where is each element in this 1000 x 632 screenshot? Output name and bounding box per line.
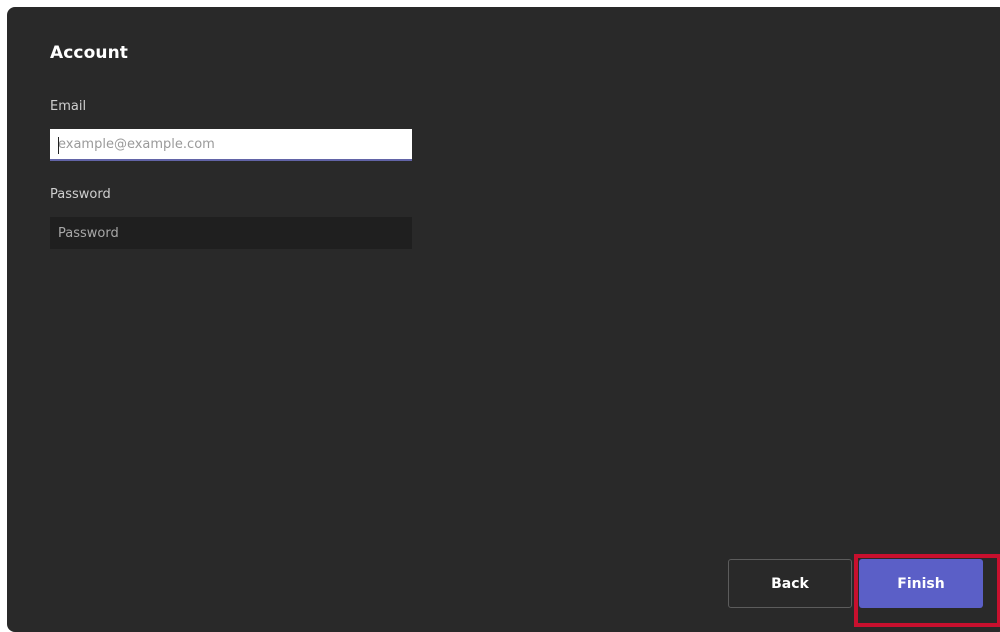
finish-button[interactable]: Finish	[859, 559, 983, 608]
back-button[interactable]: Back	[728, 559, 852, 608]
page-title: Account	[50, 43, 129, 63]
password-field[interactable]	[50, 217, 412, 249]
text-caret	[58, 137, 59, 154]
email-field[interactable]	[50, 129, 412, 161]
email-label: Email	[50, 99, 87, 114]
password-label: Password	[50, 187, 111, 202]
account-panel: Account Email Password Back Finish	[7, 7, 1000, 632]
